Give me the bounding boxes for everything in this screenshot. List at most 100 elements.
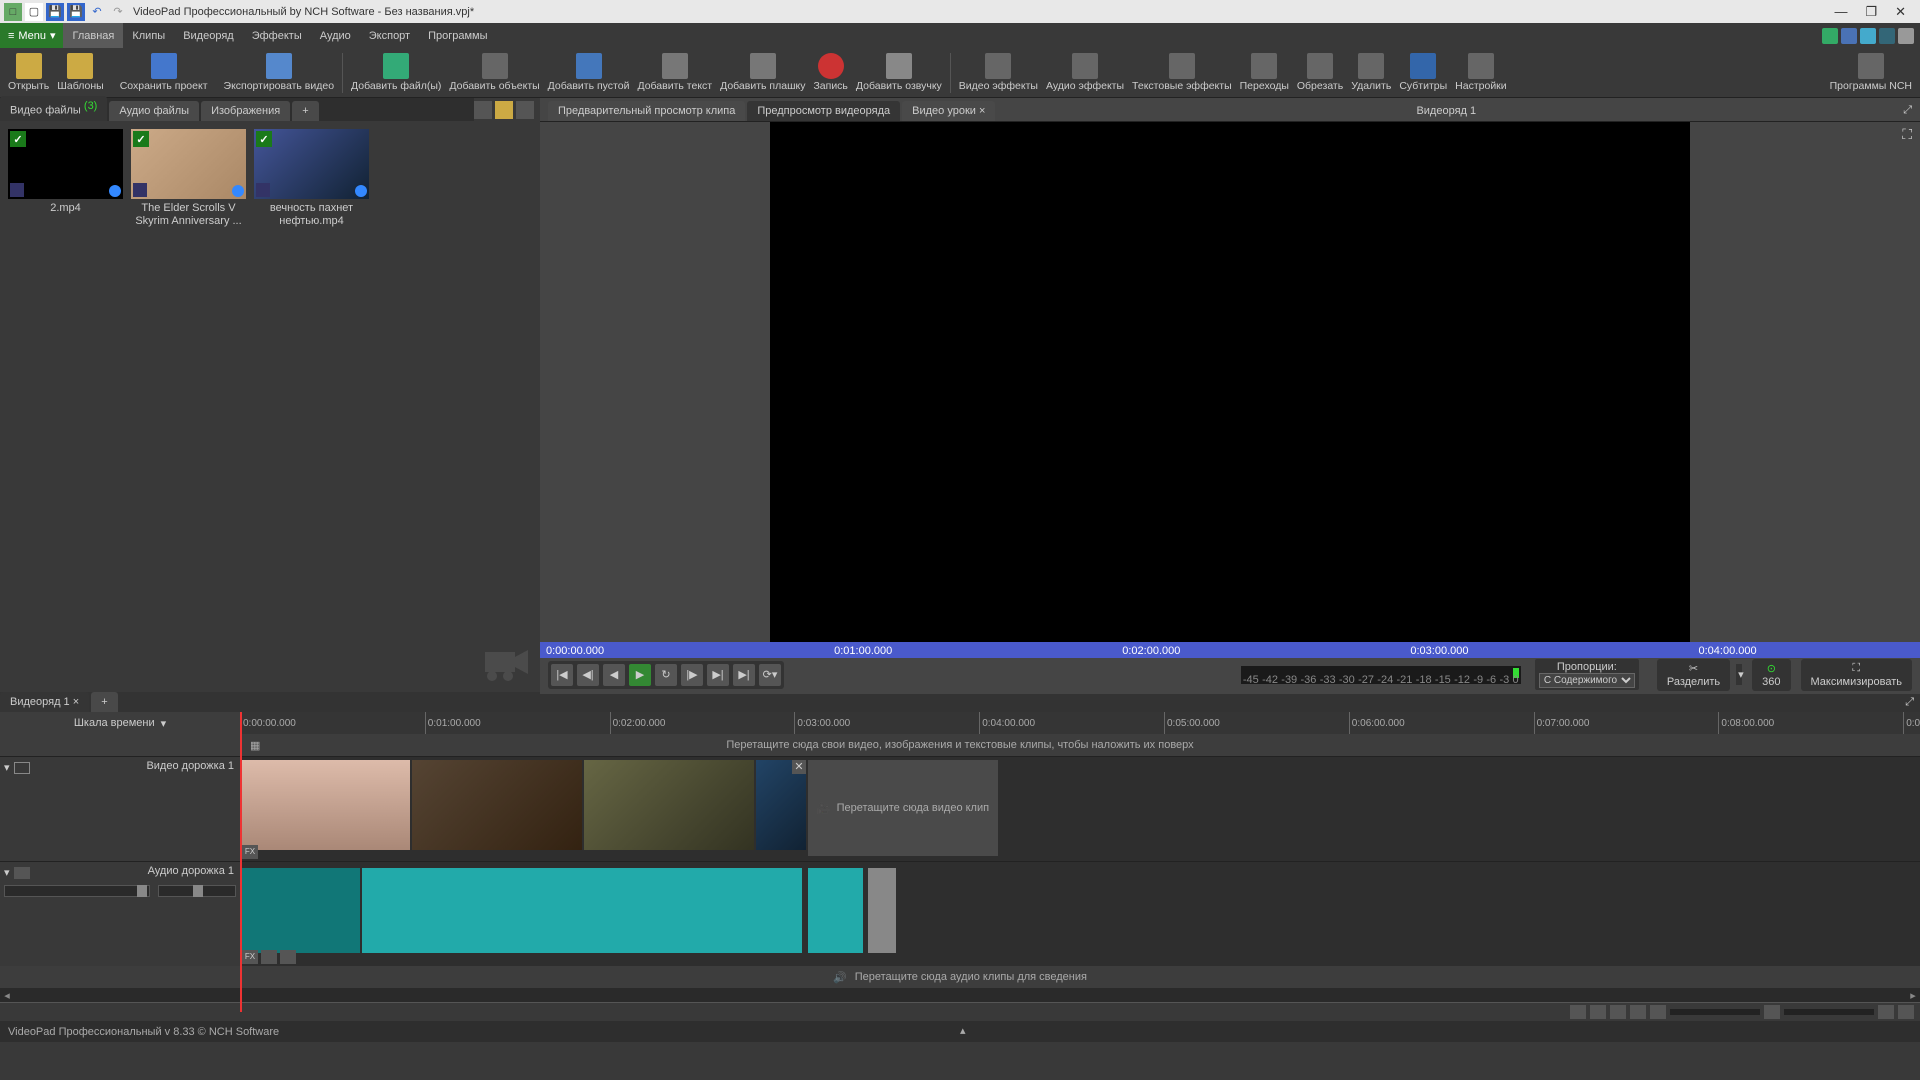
overlay-drop-hint[interactable]: ▦ Перетащите сюда свои видео, изображени… bbox=[0, 734, 1920, 756]
split-button[interactable]: ✂Разделить bbox=[1657, 659, 1730, 691]
360-button[interactable]: ⊙360 bbox=[1752, 659, 1790, 691]
fullscreen-icon[interactable]: ⛶ bbox=[1902, 126, 1912, 143]
volume-slider[interactable] bbox=[1784, 1009, 1874, 1015]
menu-tab-home[interactable]: Главная bbox=[63, 23, 123, 48]
playback-speed-button[interactable]: ⟳▾ bbox=[759, 664, 781, 686]
loop-button[interactable]: ↻ bbox=[655, 664, 677, 686]
split-dropdown[interactable]: ▾ bbox=[1736, 664, 1742, 685]
share-icon[interactable] bbox=[1898, 28, 1914, 44]
menu-button[interactable]: ≡ Menu ▾ bbox=[0, 23, 63, 48]
timeline-scale-selector[interactable]: Шкала времени▾ bbox=[0, 717, 240, 730]
clip-loop-icon[interactable] bbox=[280, 950, 296, 964]
track-collapse-icon[interactable]: ▾ bbox=[4, 761, 10, 774]
bin-tab-video[interactable]: Видео файлы (3) bbox=[0, 96, 107, 121]
bin-delete-icon[interactable] bbox=[474, 101, 492, 119]
close-tab-icon[interactable]: × bbox=[979, 105, 985, 117]
menu-tab-programs[interactable]: Программы bbox=[419, 23, 496, 48]
like-icon[interactable] bbox=[1822, 28, 1838, 44]
scroll-left-icon[interactable]: ◂ bbox=[0, 989, 14, 1002]
zoom-slider[interactable] bbox=[1670, 1009, 1760, 1015]
preview-tab-sequence[interactable]: Предпросмотр видеоряда bbox=[747, 101, 900, 121]
facebook-icon[interactable] bbox=[1841, 28, 1857, 44]
timeline-ruler[interactable]: 0:00:00.000 0:01:00.000 0:02:00.000 0:03… bbox=[240, 712, 1920, 734]
zoom-out-icon[interactable] bbox=[1610, 1005, 1626, 1019]
text-effects-button[interactable]: Текстовые эффекты bbox=[1128, 51, 1236, 94]
minimize-button[interactable]: — bbox=[1834, 4, 1847, 20]
rewind-button[interactable]: ◀ bbox=[603, 664, 625, 686]
timeline-tab-sequence[interactable]: Видеоряд 1 × bbox=[0, 692, 89, 712]
timeline-detach-icon[interactable]: ⤢ bbox=[1899, 693, 1920, 712]
timeline-clip[interactable] bbox=[240, 760, 410, 850]
crop-button[interactable]: Обрезать bbox=[1293, 51, 1347, 94]
track-options-icon[interactable] bbox=[1898, 1005, 1914, 1019]
timeline-clip[interactable] bbox=[412, 760, 582, 850]
add-text-button[interactable]: Добавить текст bbox=[633, 51, 716, 94]
preview-tab-lessons[interactable]: Видео уроки × bbox=[902, 101, 995, 121]
video-track-body[interactable]: ✕ 🎥 Перетащите сюда видео клип FX bbox=[240, 757, 1920, 861]
audio-effects-button[interactable]: Аудио эффекты bbox=[1042, 51, 1128, 94]
goto-start-button[interactable]: |◀ bbox=[551, 664, 573, 686]
qat-redo-icon[interactable]: ↷ bbox=[109, 3, 127, 21]
menu-tab-audio[interactable]: Аудио bbox=[311, 23, 360, 48]
qat-open-icon[interactable]: ▢ bbox=[25, 3, 43, 21]
track-volume-slider[interactable] bbox=[4, 885, 150, 897]
transitions-button[interactable]: Переходы bbox=[1236, 51, 1293, 94]
bin-grid-icon[interactable] bbox=[495, 101, 513, 119]
qat-undo-icon[interactable]: ↶ bbox=[88, 3, 106, 21]
add-files-button[interactable]: Добавить файл(ы) bbox=[347, 51, 445, 94]
menu-tab-sequence[interactable]: Видеоряд bbox=[174, 23, 243, 48]
audio-track-body[interactable]: FX bbox=[240, 862, 1920, 966]
record-button[interactable]: Запись bbox=[809, 51, 851, 94]
qat-saveas-icon[interactable]: 💾 bbox=[67, 3, 85, 21]
save-project-button[interactable]: Сохранить проект bbox=[116, 51, 212, 94]
add-objects-button[interactable]: Добавить объекты bbox=[445, 51, 543, 94]
track-preview-icon[interactable] bbox=[14, 762, 30, 774]
snap-icon[interactable] bbox=[1570, 1005, 1586, 1019]
add-overlay-button[interactable]: Добавить плашку bbox=[716, 51, 809, 94]
scroll-right-icon[interactable]: ▸ bbox=[1906, 989, 1920, 1002]
track-collapse-icon[interactable]: ▾ bbox=[4, 866, 10, 879]
add-voiceover-button[interactable]: Добавить озвучку bbox=[852, 51, 946, 94]
video-effects-button[interactable]: Видео эффекты bbox=[955, 51, 1042, 94]
prev-frame-button[interactable]: ◀| bbox=[577, 664, 599, 686]
audio-clip[interactable] bbox=[240, 868, 360, 953]
playhead[interactable] bbox=[240, 712, 242, 1012]
status-expand-icon[interactable]: ▴ bbox=[960, 1024, 966, 1037]
menu-tab-effects[interactable]: Эффекты bbox=[243, 23, 311, 48]
goto-end-button[interactable]: ▶| bbox=[733, 664, 755, 686]
preview-time-ruler[interactable]: 0:00:00.000 0:01:00.000 0:02:00.000 0:03… bbox=[540, 642, 1920, 659]
maximize-button[interactable]: ❐ bbox=[1865, 4, 1877, 20]
qat-new-icon[interactable]: □ bbox=[4, 3, 22, 21]
bin-list-icon[interactable] bbox=[516, 101, 534, 119]
audio-mix-drop-hint[interactable]: 🔊 Перетащите сюда аудио клипы для сведен… bbox=[0, 966, 1920, 988]
zoom-in-icon[interactable] bbox=[1650, 1005, 1666, 1019]
nch-programs-button[interactable]: Программы NCH bbox=[1826, 51, 1916, 94]
templates-button[interactable]: Шаблоны bbox=[53, 51, 107, 94]
qat-save-icon[interactable]: 💾 bbox=[46, 3, 64, 21]
settings-button[interactable]: Настройки bbox=[1451, 51, 1511, 94]
bin-tab-images[interactable]: Изображения bbox=[201, 101, 290, 121]
linkedin-icon[interactable] bbox=[1879, 28, 1895, 44]
track-pan-slider[interactable] bbox=[158, 885, 236, 897]
bin-tab-audio[interactable]: Аудио файлы bbox=[109, 101, 199, 121]
media-clip[interactable]: ✓ The Elder Scrolls V Skyrim Anniversary… bbox=[131, 129, 246, 228]
detach-icon[interactable]: ⤢ bbox=[1895, 100, 1920, 121]
media-clip[interactable]: ✓ 2.mp4 bbox=[8, 129, 123, 228]
clip-effect-badge-icon[interactable]: ✕ bbox=[792, 760, 806, 774]
twitter-icon[interactable] bbox=[1860, 28, 1876, 44]
timeline-clip[interactable]: ✕ bbox=[756, 760, 806, 850]
next-frame-button[interactable]: |▶ bbox=[681, 664, 703, 686]
mute-icon[interactable] bbox=[1878, 1005, 1894, 1019]
next-clip-button[interactable]: ▶| bbox=[707, 664, 729, 686]
preview-tab-clip[interactable]: Предварительный просмотр клипа bbox=[548, 101, 745, 121]
timeline-clip[interactable] bbox=[584, 760, 754, 850]
subtitles-button[interactable]: Субтитры bbox=[1395, 51, 1451, 94]
maximize-preview-button[interactable]: ⛶Максимизировать bbox=[1801, 659, 1912, 691]
menu-tab-clips[interactable]: Клипы bbox=[123, 23, 174, 48]
audio-clip[interactable] bbox=[362, 868, 802, 953]
aspect-dropdown[interactable]: С Содержимого bbox=[1539, 673, 1635, 688]
volume-icon[interactable] bbox=[1764, 1005, 1780, 1019]
zoom-fit-icon[interactable] bbox=[1630, 1005, 1646, 1019]
audio-clip[interactable] bbox=[808, 868, 863, 953]
clip-fx-icon[interactable]: FX bbox=[242, 950, 258, 964]
